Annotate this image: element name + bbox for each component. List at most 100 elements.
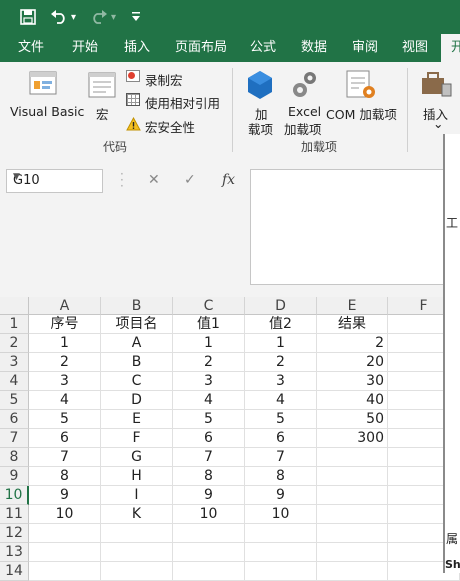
- redo-icon[interactable]: [90, 8, 108, 24]
- visual-basic-button[interactable]: Visual Basic: [10, 104, 84, 119]
- cell[interactable]: 5: [29, 410, 101, 429]
- row-header[interactable]: 7: [0, 429, 29, 448]
- enter-icon[interactable]: ✓: [184, 172, 196, 188]
- row-header[interactable]: 10: [0, 486, 29, 505]
- row-header[interactable]: 5: [0, 391, 29, 410]
- cell[interactable]: 序号: [29, 315, 101, 334]
- cell[interactable]: [101, 562, 173, 581]
- column-header-a[interactable]: A: [29, 297, 101, 315]
- name-box[interactable]: G10 ▼: [6, 169, 103, 193]
- tab-formulas[interactable]: 公式: [250, 34, 276, 62]
- cell[interactable]: 6: [29, 429, 101, 448]
- vba-editor-window[interactable]: 工 属 Sh: [443, 134, 460, 573]
- cell[interactable]: A: [101, 334, 173, 353]
- column-header-c[interactable]: C: [173, 297, 245, 315]
- cell[interactable]: H: [101, 467, 173, 486]
- cell[interactable]: 9: [173, 486, 245, 505]
- cell[interactable]: 7: [245, 448, 317, 467]
- tab-data[interactable]: 数据: [301, 34, 327, 62]
- excel-addins-button[interactable]: Excel: [288, 104, 321, 119]
- column-header-d[interactable]: D: [245, 297, 317, 315]
- redo-dropdown-icon[interactable]: ▾: [111, 9, 116, 27]
- cell[interactable]: 50: [317, 410, 388, 429]
- cell[interactable]: 7: [29, 448, 101, 467]
- cell[interactable]: 1: [29, 334, 101, 353]
- cell[interactable]: 4: [245, 391, 317, 410]
- cell[interactable]: 2: [173, 353, 245, 372]
- cell[interactable]: 1: [245, 334, 317, 353]
- row-header[interactable]: 8: [0, 448, 29, 467]
- row-header[interactable]: 13: [0, 543, 29, 562]
- cell[interactable]: [173, 524, 245, 543]
- undo-icon[interactable]: [50, 8, 68, 24]
- cell[interactable]: E: [101, 410, 173, 429]
- cell[interactable]: 3: [29, 372, 101, 391]
- customize-icon[interactable]: [131, 12, 141, 22]
- cell[interactable]: 2: [245, 353, 317, 372]
- cell[interactable]: C: [101, 372, 173, 391]
- cell[interactable]: [317, 486, 388, 505]
- tab-file[interactable]: 文件: [18, 34, 44, 62]
- cell[interactable]: 8: [245, 467, 317, 486]
- cancel-icon[interactable]: ✕: [148, 172, 160, 188]
- column-header-b[interactable]: B: [101, 297, 173, 315]
- tab-developer[interactable]: 开: [441, 34, 460, 62]
- cell[interactable]: 9: [245, 486, 317, 505]
- cell[interactable]: 5: [245, 410, 317, 429]
- row-header[interactable]: 6: [0, 410, 29, 429]
- macros-button[interactable]: 宏: [96, 104, 109, 123]
- row-header[interactable]: 12: [0, 524, 29, 543]
- cell[interactable]: [245, 543, 317, 562]
- cell[interactable]: 3: [173, 372, 245, 391]
- cell[interactable]: 300: [317, 429, 388, 448]
- cell[interactable]: [317, 467, 388, 486]
- cell[interactable]: 40: [317, 391, 388, 410]
- cell[interactable]: [173, 543, 245, 562]
- cell[interactable]: 结果: [317, 315, 388, 334]
- cell[interactable]: 6: [245, 429, 317, 448]
- cell[interactable]: [173, 562, 245, 581]
- record-macro-button[interactable]: 录制宏: [145, 70, 183, 89]
- cell[interactable]: 10: [173, 505, 245, 524]
- com-addins-button[interactable]: COM 加载项: [326, 104, 397, 123]
- cell[interactable]: F: [101, 429, 173, 448]
- cell[interactable]: [29, 543, 101, 562]
- insert-function-icon[interactable]: fx: [222, 172, 235, 188]
- cell[interactable]: I: [101, 486, 173, 505]
- relative-refs-button[interactable]: 使用相对引用: [145, 93, 220, 112]
- cell[interactable]: 2: [317, 334, 388, 353]
- cell[interactable]: 值2: [245, 315, 317, 334]
- cell[interactable]: 7: [173, 448, 245, 467]
- cell[interactable]: G: [101, 448, 173, 467]
- cell[interactable]: 2: [29, 353, 101, 372]
- cell[interactable]: [29, 524, 101, 543]
- cell[interactable]: 项目名: [101, 315, 173, 334]
- macro-security-button[interactable]: 宏安全性: [145, 117, 195, 136]
- cell[interactable]: 4: [29, 391, 101, 410]
- cell[interactable]: [29, 562, 101, 581]
- cell[interactable]: [101, 524, 173, 543]
- insert-dropdown-icon[interactable]: ⌄: [433, 116, 443, 131]
- tab-page-layout[interactable]: 页面布局: [175, 34, 227, 62]
- row-header[interactable]: 3: [0, 353, 29, 372]
- row-header[interactable]: 9: [0, 467, 29, 486]
- cell[interactable]: 值1: [173, 315, 245, 334]
- cell[interactable]: [245, 524, 317, 543]
- cell[interactable]: 5: [173, 410, 245, 429]
- cell[interactable]: 10: [245, 505, 317, 524]
- cell[interactable]: 4: [173, 391, 245, 410]
- cell[interactable]: D: [101, 391, 173, 410]
- row-header[interactable]: 1: [0, 315, 29, 334]
- tab-view[interactable]: 视图: [402, 34, 428, 62]
- formula-input[interactable]: [250, 169, 450, 285]
- row-header[interactable]: 14: [0, 562, 29, 581]
- cell[interactable]: 30: [317, 372, 388, 391]
- cell[interactable]: [317, 543, 388, 562]
- excel-addins-button-line2[interactable]: 加载项: [284, 119, 322, 138]
- cell[interactable]: [101, 543, 173, 562]
- cell[interactable]: [317, 524, 388, 543]
- row-header[interactable]: 11: [0, 505, 29, 524]
- cell[interactable]: 8: [173, 467, 245, 486]
- cell[interactable]: 20: [317, 353, 388, 372]
- undo-dropdown-icon[interactable]: ▾: [71, 9, 76, 27]
